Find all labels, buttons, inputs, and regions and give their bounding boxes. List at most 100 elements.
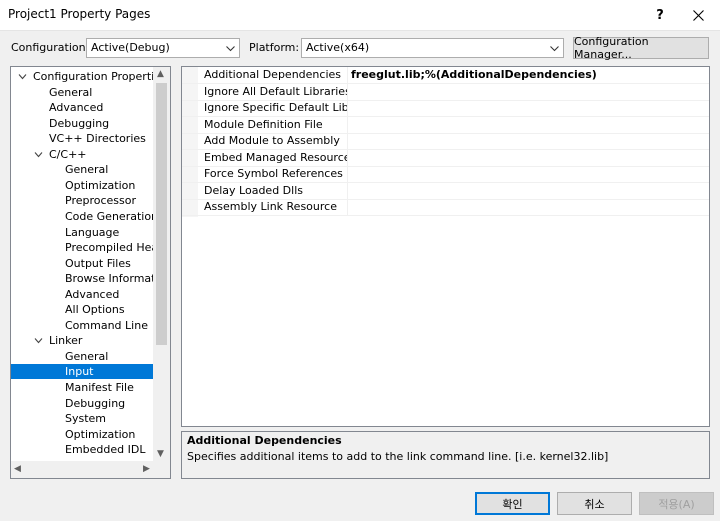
expand-arrow-icon[interactable] [34, 150, 43, 159]
tree-item[interactable]: Code Generation [11, 209, 158, 224]
property-name: Delay Loaded Dlls [204, 183, 303, 197]
close-icon [692, 9, 704, 21]
property-name: Ignore All Default Libraries [204, 84, 348, 98]
expand-arrow-icon[interactable] [18, 72, 27, 81]
tree-item[interactable]: Debugging [11, 396, 154, 411]
property-name: Add Module to Assembly [204, 134, 340, 147]
property-name: Additional Dependencies [204, 68, 342, 81]
tree-item-label: VC++ Directories [49, 132, 146, 146]
property-row[interactable]: Assembly Link Resource [182, 199, 709, 216]
tree-item-label: Language [65, 225, 120, 239]
ok-button[interactable]: 확인 [475, 492, 550, 515]
scroll-thumb[interactable] [156, 83, 167, 345]
property-name: Module Definition File [204, 117, 323, 131]
tree-item-label: All Options [65, 303, 125, 317]
tree-item[interactable]: Linker [11, 333, 154, 348]
tree-item[interactable]: General [11, 85, 154, 100]
tree-item-label: Advanced [49, 101, 104, 115]
property-row[interactable]: Delay Loaded Dlls [182, 182, 709, 200]
close-button[interactable] [680, 0, 716, 30]
column-divider [347, 133, 348, 149]
tree-item[interactable]: Browse Information [11, 271, 170, 286]
tree-item[interactable]: Precompiled Heade [11, 240, 170, 255]
tree-item[interactable]: General [11, 349, 154, 364]
property-row[interactable]: Ignore All Default Libraries [182, 83, 709, 101]
tree-vertical-scrollbar[interactable]: ▲ ▼ [153, 67, 170, 463]
property-value[interactable]: freeglut.lib;%(AdditionalDependencies) [351, 68, 597, 81]
tree-item[interactable]: Embedded IDL [11, 442, 154, 457]
scroll-right-icon[interactable]: ▶ [143, 464, 150, 474]
property-name: Assembly Link Resource [204, 200, 337, 213]
configuration-label: Configuration: [11, 41, 90, 54]
category-tree[interactable]: Configuration Properties General Advanced D… [10, 66, 171, 479]
tree-item[interactable]: Language [11, 225, 154, 240]
property-row[interactable]: Ignore Specific Default Libraries [182, 100, 709, 117]
tree-item-label: Linker [49, 334, 83, 348]
apply-button[interactable]: 적용(A) [639, 492, 714, 515]
property-row[interactable]: Add Module to Assembly [182, 133, 709, 150]
platform-dropdown[interactable]: Active(x64) [301, 38, 564, 58]
tree-item-label: General [49, 85, 93, 99]
property-name: Force Symbol References [204, 167, 343, 180]
platform-label: Platform: [249, 41, 300, 54]
tree-item-label: System [65, 412, 107, 426]
expand-arrow-icon[interactable] [34, 336, 43, 345]
tree-item[interactable]: Debugging [11, 116, 154, 131]
chevron-down-icon [550, 46, 559, 52]
scroll-down-icon[interactable]: ▼ [157, 449, 164, 459]
tree-item-label: Optimization [65, 427, 136, 441]
tree-item-label: Debugging [49, 116, 110, 130]
configuration-value: Active(Debug) [91, 41, 170, 54]
scroll-up-icon[interactable]: ▲ [157, 69, 164, 79]
column-divider [347, 67, 348, 83]
title-bar: Project1 Property Pages ? [0, 0, 720, 31]
tree-item-label: Advanced [65, 287, 120, 301]
tree-item-label: Optimization [65, 178, 136, 192]
description-text: Specifies additional items to add to the… [187, 450, 609, 463]
tree-item-label: Preprocessor [65, 194, 137, 208]
tree-item-label: C/C++ [49, 147, 87, 161]
tree-item[interactable]: Input [11, 364, 154, 380]
column-divider [347, 199, 348, 215]
property-row[interactable]: Module Definition File [182, 116, 709, 134]
tree-item[interactable]: Optimization [11, 178, 154, 193]
tree-item-label: Code Generation [65, 209, 159, 223]
description-panel: Additional Dependencies Specifies additi… [181, 431, 710, 479]
tree-item-label: Input [65, 365, 94, 379]
scroll-left-icon[interactable]: ◀ [14, 464, 21, 474]
tree-item[interactable]: All Options [11, 302, 154, 317]
property-row[interactable]: Additional Dependencies freeglut.lib;%(Ad… [182, 67, 709, 84]
property-grid[interactable]: Additional Dependencies freeglut.lib;%(Ad… [181, 66, 710, 427]
property-row[interactable]: Embed Managed Resource File [182, 149, 709, 167]
window-title: Project1 Property Pages [8, 7, 151, 21]
column-divider [347, 116, 348, 133]
column-divider [347, 83, 348, 100]
tree-item[interactable]: C/C++ [11, 147, 154, 162]
tree-item[interactable]: Preprocessor [11, 193, 154, 208]
column-divider [347, 182, 348, 199]
tree-item[interactable]: Advanced [11, 287, 154, 302]
tree-item-label: Configuration Properties [33, 70, 167, 83]
property-row[interactable]: Force Symbol References [182, 166, 709, 183]
tree-item[interactable]: Manifest File [11, 380, 154, 395]
help-button[interactable]: ? [642, 0, 678, 30]
tree-horizontal-scrollbar[interactable]: ◀ ▶ [11, 461, 170, 478]
tree-item[interactable]: System [11, 411, 154, 426]
tree-item-label: General [65, 349, 109, 363]
configuration-dropdown[interactable]: Active(Debug) [86, 38, 240, 58]
tree-item[interactable]: Advanced [11, 100, 154, 115]
column-divider [347, 149, 348, 166]
cancel-button[interactable]: 취소 [557, 492, 632, 515]
tree-item-label: Command Line [65, 318, 148, 332]
tree-item-label: Embedded IDL [65, 443, 146, 457]
tree-item[interactable]: Optimization [11, 427, 154, 442]
tree-item[interactable]: Output Files [11, 256, 154, 271]
property-name: Embed Managed Resource File [204, 150, 348, 164]
tree-item[interactable]: VC++ Directories [11, 131, 154, 146]
tree-item[interactable]: Command Line [11, 318, 154, 333]
tree-item[interactable]: Configuration Properties [11, 69, 167, 84]
tree-item-label: Output Files [65, 256, 131, 270]
tree-item-label: Manifest File [65, 381, 134, 394]
tree-item[interactable]: General [11, 162, 154, 177]
configuration-manager-button[interactable]: Configuration Manager... [573, 35, 709, 61]
